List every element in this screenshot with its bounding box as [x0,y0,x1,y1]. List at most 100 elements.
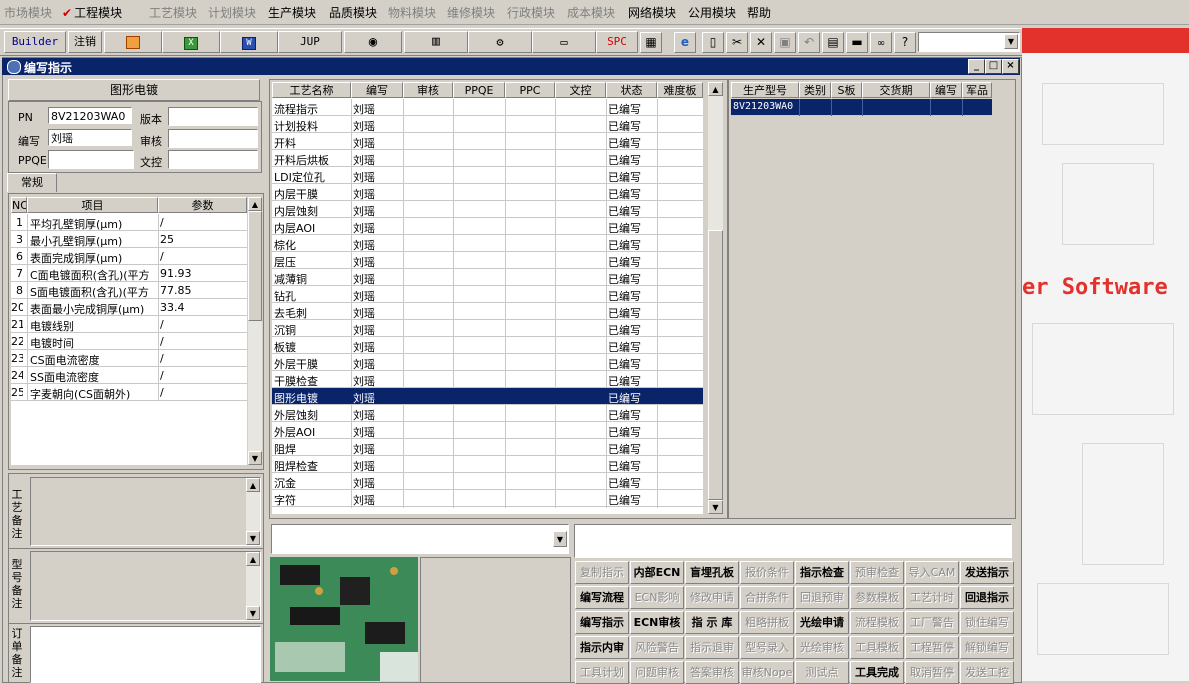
chevron-down-icon[interactable]: ▼ [553,531,567,547]
menu-item-2[interactable]: 工艺模块 [149,4,197,21]
table-row[interactable]: 23 CS面电流密度 / [11,350,247,367]
ie-button[interactable]: e [674,32,696,53]
powerpoint-button[interactable] [104,31,162,53]
action-button-3-7[interactable]: 解锁编写 [960,636,1014,659]
table-row[interactable]: 24 SS面电流密度 / [11,367,247,384]
table-row[interactable]: 计划投料 刘瑶 已编写 [272,116,703,133]
table-row[interactable]: 8 S面电镀面积(含孔)(平方 77.85 [11,282,247,299]
table-row[interactable]: 沉铜 刘瑶 已编写 [272,320,703,337]
scroll-up-icon[interactable]: ▲ [248,197,262,211]
product-header-2[interactable]: S板 [831,82,862,98]
action-button-1-4[interactable]: 回退预审 [795,586,849,609]
params-header-no[interactable]: NO [11,197,27,213]
table-row[interactable]: 去毛刺 刘瑶 已编写 [272,303,703,320]
table-row[interactable]: 开料后烘板 刘瑶 已编写 [272,150,703,167]
action-button-0-2[interactable]: 盲埋孔板 [685,561,739,584]
doc-control-field[interactable] [168,150,258,169]
scroll-thumb[interactable] [248,211,262,321]
menu-item-4[interactable]: 生产模块 [268,4,316,21]
calendar-button[interactable]: ▦ [640,32,662,53]
menu-item-3[interactable]: 计划模块 [208,4,256,21]
order-notes-field[interactable] [30,626,261,683]
table-row[interactable]: 开料 刘瑶 已编写 [272,133,703,150]
action-button-2-5[interactable]: 流程模板 [850,611,904,634]
logout-button[interactable]: 注销 [68,31,102,53]
version-field[interactable] [168,107,258,126]
process-scrollbar[interactable]: ▲ ▼ [708,82,723,514]
table-row[interactable]: 层压 刘瑶 已编写 [272,252,703,269]
chevron-down-icon[interactable]: ▼ [1004,34,1018,49]
table-row[interactable]: 阻焊检查 刘瑶 已编写 [272,456,703,473]
table-row[interactable]: 22 电镀时间 / [11,333,247,350]
action-button-0-0[interactable]: 复制指示 [575,561,629,584]
toolbar-combo[interactable]: ▼ [918,32,1020,52]
product-header-3[interactable]: 交货期 [862,82,930,98]
table-row[interactable]: 内层干膜 刘瑶 已编写 [272,184,703,201]
view-button[interactable]: ◉ [344,31,402,53]
action-button-0-6[interactable]: 导入CAM [905,561,959,584]
table-row[interactable]: 1 平均孔壁铜厚(μm) / [11,214,247,231]
action-button-1-7[interactable]: 回退指示 [960,586,1014,609]
menu-item-5[interactable]: 品质模块 [329,4,377,21]
menu-item-10[interactable]: 网络模块 [628,4,676,21]
menu-item-0[interactable]: 市场模块 [4,4,52,21]
maximize-button[interactable]: □ [985,59,1002,74]
table-row[interactable]: 7 C面电镀面积(含孔)(平方 91.93 [11,265,247,282]
process-notes-field[interactable]: ▲ ▼ [30,477,261,546]
action-button-1-1[interactable]: ECN影响 [630,586,684,609]
action-button-1-5[interactable]: 参数模板 [850,586,904,609]
table-row[interactable]: 20 表面最小完成铜厚(μm) 33.4 [11,299,247,316]
action-button-2-2[interactable]: 指 示 库 [685,611,739,634]
table-row[interactable]: 干膜检查 刘瑶 已编写 [272,371,703,388]
action-button-0-4[interactable]: 指示检查 [795,561,849,584]
cut-button[interactable]: ✂ [726,32,748,53]
process-header-6[interactable]: 状态 [606,82,657,98]
database-button[interactable]: ▥ [404,31,468,53]
process-header-1[interactable]: 编写 [351,82,403,98]
scroll-down-icon[interactable]: ▼ [246,606,260,620]
search-input[interactable] [574,524,1012,558]
action-button-0-3[interactable]: 报价条件 [740,561,794,584]
pn-field[interactable]: 8V21203WA0 [48,107,132,124]
menu-item-8[interactable]: 行政模块 [507,4,555,21]
help-button[interactable]: ? [894,32,916,53]
scroll-down-icon[interactable]: ▼ [248,451,262,465]
process-header-0[interactable]: 工艺名称 [272,82,351,98]
tools-button[interactable]: ⚙ [468,31,532,53]
ppqe-field[interactable] [48,150,134,169]
table-row[interactable]: 沉金 刘瑶 已编写 [272,473,703,490]
action-button-3-1[interactable]: 风险警告 [630,636,684,659]
product-header-0[interactable]: 生产型号 [731,82,799,98]
action-button-3-5[interactable]: 工具模板 [850,636,904,659]
product-header-1[interactable]: 类别 [799,82,831,98]
table-row[interactable]: 外层AOI 刘瑶 已编写 [272,422,703,439]
action-button-3-6[interactable]: 工程暂停 [905,636,959,659]
action-button-2-6[interactable]: 工厂警告 [905,611,959,634]
table-row[interactable]: 外层蚀刻 刘瑶 已编写 [272,405,703,422]
params-header-value[interactable]: 参数 [158,197,247,213]
table-row[interactable]: 外层干膜 刘瑶 已编写 [272,354,703,371]
table-row[interactable]: 内层AOI 刘瑶 已编写 [272,218,703,235]
menu-item-9[interactable]: 成本模块 [567,4,615,21]
menu-item-11[interactable]: 公用模块 [688,4,736,21]
table-row[interactable]: 字符 刘瑶 已编写 [272,490,703,507]
minimize-button[interactable]: _ [968,59,985,74]
scroll-up-icon[interactable]: ▲ [708,82,723,96]
process-header-7[interactable]: 难度板 [657,82,703,98]
model-notes-field[interactable]: ▲ ▼ [30,551,261,621]
menu-item-12[interactable]: 帮助 [747,4,771,21]
preview-button[interactable]: ▤ [822,32,844,53]
action-button-0-1[interactable]: 内部ECN [630,561,684,584]
table-row[interactable]: 图形电镀 刘瑶 已编写 [272,388,703,405]
table-row[interactable]: 25 字麦朝向(CS面朝外) / [11,384,247,401]
action-button-2-1[interactable]: ECN审核 [630,611,684,634]
excel-button[interactable]: X [162,31,220,53]
scroll-up-icon[interactable]: ▲ [246,552,260,566]
action-button-0-5[interactable]: 预审检查 [850,561,904,584]
word-button[interactable]: W [220,31,278,53]
action-button-2-3[interactable]: 粗略拼板 [740,611,794,634]
process-header-2[interactable]: 审核 [403,82,453,98]
action-button-1-2[interactable]: 修改申请 [685,586,739,609]
spc-button[interactable]: SPC [596,31,638,53]
undo-button[interactable]: ↶ [798,32,820,53]
